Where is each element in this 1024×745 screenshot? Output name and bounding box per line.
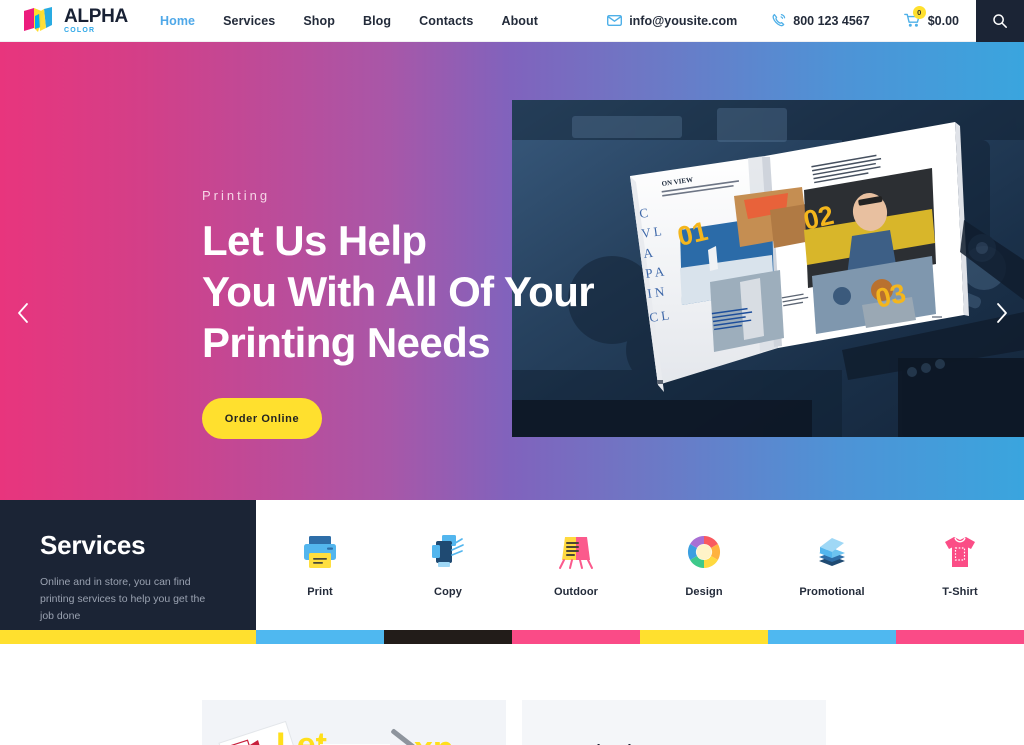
hero-next-button[interactable] [988, 300, 1014, 326]
nav-item-about[interactable]: About [487, 14, 552, 28]
phone-icon [772, 13, 786, 27]
chevron-right-icon [996, 303, 1007, 323]
hero-title-line-2: You With All Of Your [202, 268, 595, 315]
service-label-print: Print [307, 586, 333, 598]
below-fold-section: Let xp Promotional & [0, 644, 1024, 745]
service-label-copy: Copy [434, 586, 462, 598]
cmyk-color-strip [0, 630, 1024, 644]
svg-text:C L: C L [648, 307, 670, 325]
svg-text:V L: V L [640, 223, 662, 241]
nav-item-contacts[interactable]: Contacts [405, 14, 487, 28]
service-label-tshirt: T-Shirt [942, 586, 978, 598]
promo-card-image[interactable]: Let xp [202, 700, 506, 745]
chevron-left-icon [17, 303, 28, 323]
color-strip-segment-5 [640, 630, 768, 644]
color-wheel-icon [684, 532, 724, 572]
service-item-tshirt[interactable]: T-Shirt [896, 532, 1024, 598]
color-strip-segment-6 [768, 630, 896, 644]
service-item-design[interactable]: Design [640, 532, 768, 598]
service-label-design: Design [685, 586, 723, 598]
logo-name: ALPHA [64, 6, 128, 27]
below-fold-row: Let xp Promotional & [202, 700, 826, 745]
printed-letterhead-and-pen-image: Let xp [202, 700, 506, 745]
header-email-text: info@yousite.com [629, 13, 738, 28]
a-frame-sign-icon [556, 532, 596, 572]
promo-card-text[interactable]: Promotional & [522, 700, 826, 745]
header-email[interactable]: info@yousite.com [590, 14, 754, 28]
order-online-button[interactable]: Order Online [202, 398, 322, 439]
alpha-color-logo-icon [24, 6, 52, 32]
search-icon [993, 13, 1007, 28]
services-description: Online and in store, you can find printi… [40, 576, 206, 622]
site-header: ALPHA COLOR Home Services Shop Blog Cont… [0, 0, 1024, 42]
nav-item-blog[interactable]: Blog [349, 14, 405, 28]
services-intro-panel: Services Online and in store, you can fi… [0, 500, 256, 630]
hero-kicker: Printing [202, 188, 271, 203]
services-title: Services [40, 530, 146, 560]
svg-text:P A: P A [644, 263, 665, 281]
main-navigation: Home Services Shop Blog Contacts About [146, 14, 552, 28]
site-logo[interactable]: ALPHA COLOR [0, 6, 128, 36]
service-item-copy[interactable]: Copy [384, 532, 512, 598]
service-item-print[interactable]: Print [256, 532, 384, 598]
services-grid: Print Copy Outdoor Design Promotional T-… [256, 500, 1024, 630]
services-section: Services Online and in store, you can fi… [0, 500, 1024, 630]
hero-title-line-3: Printing Needs [202, 319, 491, 366]
cart-total-text: $0.00 [927, 13, 959, 28]
color-strip-segment-3 [384, 630, 512, 644]
stacked-sheets-icon [812, 532, 852, 572]
tshirt-icon [940, 532, 980, 572]
service-item-promotional[interactable]: Promotional [768, 532, 896, 598]
nav-item-home[interactable]: Home [146, 14, 209, 28]
svg-text:Let: Let [276, 726, 327, 745]
hero-prev-button[interactable] [10, 300, 36, 326]
svg-text:I N: I N [646, 284, 665, 301]
envelope-icon [607, 15, 623, 26]
header-utilities: info@yousite.com 800 123 4567 0 $0.00 [590, 0, 1024, 42]
copier-icon [428, 532, 468, 572]
color-strip-segment-2 [256, 630, 384, 644]
logo-subtitle: COLOR [64, 27, 96, 34]
shopping-cart-icon: 0 [903, 6, 926, 28]
header-phone-text: 800 123 4567 [793, 13, 870, 28]
service-label-outdoor: Outdoor [553, 586, 599, 598]
search-button[interactable] [976, 0, 1024, 42]
header-cart[interactable]: 0 $0.00 [887, 6, 976, 28]
color-strip-segment-1 [0, 630, 256, 644]
printer-icon [300, 532, 340, 572]
color-strip-segment-7 [896, 630, 1024, 644]
cart-count-badge: 0 [912, 6, 926, 19]
nav-item-shop[interactable]: Shop [289, 14, 349, 28]
svg-text:xp: xp [414, 730, 454, 745]
hero-slider: ON VIEW C V L A P A I N C L 01 02 03 Pri… [0, 42, 1024, 500]
service-item-outdoor[interactable]: Outdoor [512, 532, 640, 598]
nav-item-services[interactable]: Services [209, 14, 289, 28]
hero-content: Printing Let Us Help You With All Of You… [202, 188, 595, 439]
hero-title-line-1: Let Us Help [202, 217, 427, 264]
service-label-promotional: Promotional [799, 586, 865, 598]
color-strip-segment-4 [512, 630, 640, 644]
hero-title: Let Us Help You With All Of Your Printin… [202, 215, 595, 368]
header-phone[interactable]: 800 123 4567 [754, 13, 886, 28]
